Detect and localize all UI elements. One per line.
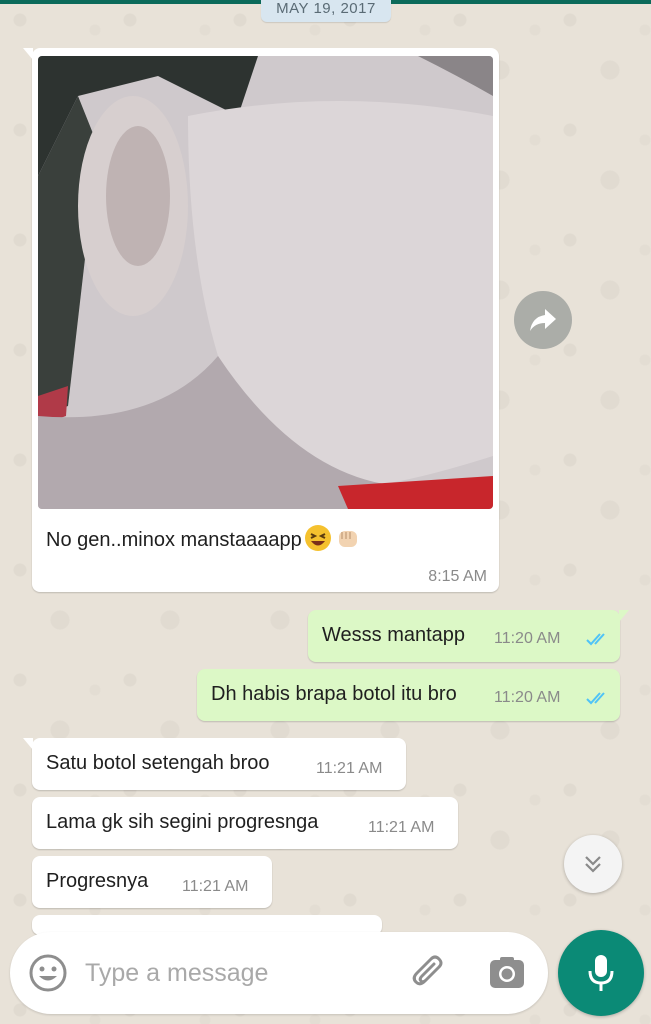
emoji-icon[interactable] xyxy=(28,953,68,993)
message-composer xyxy=(10,932,548,1014)
message-text: Wesss mantapp xyxy=(322,624,466,646)
paperclip-icon[interactable] xyxy=(408,952,450,994)
message-text: Lama gk sih segini progresnga xyxy=(46,811,319,833)
message-text: Satu botol setengah broo xyxy=(46,752,270,774)
voice-record-button[interactable] xyxy=(558,930,644,1016)
incoming-message[interactable]: Satu botol setengah broo 11:21 AM xyxy=(23,738,406,790)
message-time: 8:15 AM xyxy=(428,568,487,585)
laughing-face-icon xyxy=(304,525,331,551)
message-text: Dh habis brapa botol itu bro xyxy=(211,683,457,705)
message-time: 11:21 AM xyxy=(182,878,249,895)
scroll-to-bottom-button[interactable] xyxy=(564,835,622,893)
image-message[interactable]: No gen..minox manstaaaapp 8:15 AM xyxy=(23,48,499,592)
message-text: Progresnya xyxy=(46,870,149,892)
outgoing-message[interactable]: Wesss mantapp 11:20 AM xyxy=(308,610,629,662)
double-chevron-down-icon xyxy=(585,856,601,873)
photo-thumbnail[interactable] xyxy=(38,56,493,509)
outgoing-message[interactable]: Dh habis brapa botol itu bro 11:20 AM xyxy=(197,669,620,721)
message-time: 11:20 AM xyxy=(494,689,561,706)
message-time: 11:21 AM xyxy=(368,819,435,836)
read-receipt-icon xyxy=(586,692,605,705)
image-caption: No gen..minox manstaaaapp xyxy=(46,529,302,551)
incoming-message[interactable]: Lama gk sih segini progresnga 11:21 AM xyxy=(32,797,458,849)
message-time: 11:21 AM xyxy=(316,760,383,777)
fist-bump-icon xyxy=(338,531,357,547)
incoming-message[interactable]: Progresnya 11:21 AM xyxy=(32,856,272,908)
read-receipt-icon xyxy=(586,633,605,646)
microphone-icon xyxy=(588,955,614,991)
date-chip: MAY 19, 2017 xyxy=(261,0,391,22)
photo-image xyxy=(38,56,493,509)
camera-icon[interactable] xyxy=(488,954,526,992)
message-input[interactable] xyxy=(85,950,385,996)
forward-icon xyxy=(530,309,556,331)
message-time: 11:20 AM xyxy=(494,630,561,647)
forward-button[interactable] xyxy=(514,291,572,349)
